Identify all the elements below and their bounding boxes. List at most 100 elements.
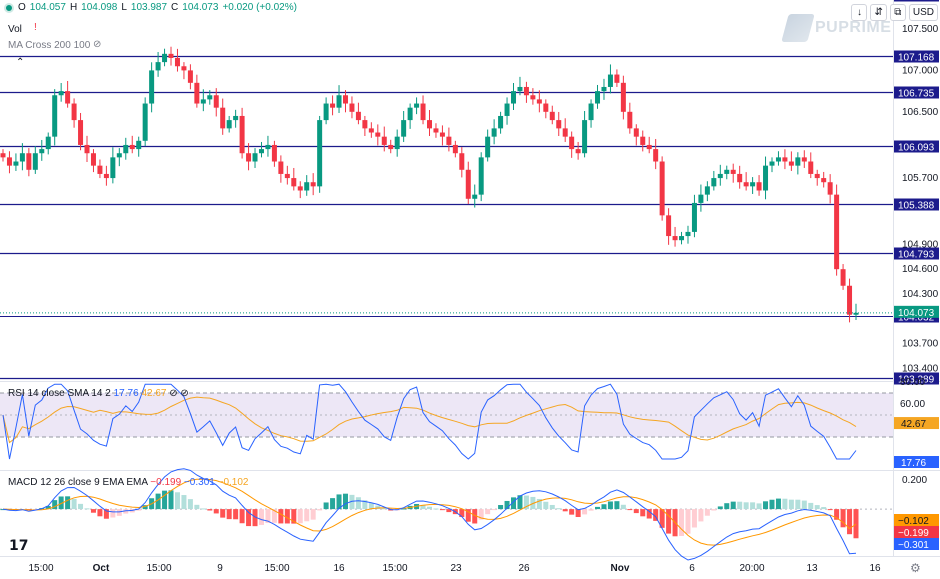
candle-body — [730, 169, 736, 174]
ma-cross-label[interactable]: MA Cross 200 100 — [8, 40, 90, 51]
candle-body — [252, 153, 258, 162]
macd-histogram-bar — [110, 509, 116, 518]
macd-histogram-bar — [691, 509, 697, 528]
candle-body — [317, 120, 323, 187]
macd-histogram-bar — [698, 509, 704, 522]
macd-histogram-bar — [679, 509, 685, 536]
high-label: H — [69, 2, 78, 13]
candle-body — [129, 144, 135, 150]
macd-histogram-bar — [491, 509, 497, 511]
candle-body — [724, 169, 730, 174]
layout-button[interactable]: ⧉ — [889, 4, 906, 21]
candle-body — [452, 144, 458, 154]
macd-histogram-bar — [549, 504, 555, 510]
macd-histogram-bar — [162, 490, 168, 510]
candle-body — [168, 53, 174, 58]
macd-histogram-bar — [168, 490, 174, 510]
puprime-logo-text: PUPRIME — [815, 19, 892, 36]
candle-body — [847, 285, 853, 315]
candle-body — [45, 136, 51, 150]
macd-histogram-bar — [355, 497, 361, 510]
candle-body — [549, 111, 555, 121]
candle-body — [291, 178, 297, 187]
eye-hidden-icon[interactable]: ⊘ — [93, 39, 101, 50]
macd-histogram-bar — [427, 506, 432, 510]
time-tick-label: 15:00 — [146, 563, 171, 574]
macd-histogram-bar — [795, 499, 801, 510]
macd-histogram-bar — [853, 509, 859, 539]
candle-body — [743, 182, 749, 187]
candle-body — [788, 161, 794, 166]
macd-label[interactable]: MACD 12 26 close 9 EMA EMA −0.199 −0.301… — [8, 477, 248, 488]
rsi-sma-tag-label: 42.67 — [901, 419, 926, 430]
candle-body — [271, 144, 277, 162]
settings-gear-icon[interactable]: ⚙ — [910, 561, 921, 575]
macd-histogram-bar — [582, 509, 588, 515]
candle-body — [427, 120, 432, 129]
candle-body — [834, 194, 840, 270]
macd-histogram-bar — [317, 509, 323, 511]
macd-histogram-bar — [433, 508, 439, 510]
currency-button[interactable]: USD — [908, 4, 938, 21]
candle-body — [58, 91, 64, 96]
macd-histogram-bar — [782, 498, 788, 510]
vol-indicator-label[interactable]: Vol — [8, 24, 22, 35]
macd-histogram-bar — [220, 509, 226, 518]
close-value: 104.073 — [182, 2, 219, 13]
candle-body — [711, 178, 717, 187]
time-tick-label: 13 — [806, 563, 818, 574]
candle-body — [801, 157, 807, 162]
candle-body — [142, 103, 148, 141]
candle-body — [52, 95, 58, 137]
candle-body — [149, 70, 155, 104]
macd-histogram-bar — [704, 509, 710, 516]
macd-histogram-bar — [498, 505, 504, 510]
candle-body — [323, 103, 329, 121]
candle-body — [381, 136, 387, 145]
macd-histogram-bar — [724, 503, 730, 510]
candle-body — [420, 103, 426, 121]
candle-body — [485, 136, 491, 158]
macd-histogram-bar — [640, 509, 646, 517]
candle-body — [511, 91, 517, 104]
candle-body — [536, 99, 542, 104]
macd-histogram-bar — [620, 504, 626, 510]
candle-body — [336, 95, 342, 108]
candle-body — [504, 103, 510, 116]
candle-body — [814, 173, 820, 179]
macd-histogram-bar — [827, 509, 833, 511]
price-tick-label: 104.600 — [902, 264, 939, 275]
macd-histogram-bar — [685, 509, 691, 534]
candle-body — [155, 62, 161, 71]
rsi-label[interactable]: RSI 14 close SMA 14 2 17.76 42.67 ⊘ ⊘ — [8, 388, 189, 399]
macd-histogram-bar — [562, 509, 568, 512]
candle-body — [123, 144, 129, 154]
candle-body — [116, 153, 122, 158]
candle-body — [388, 144, 394, 150]
candle-body — [355, 111, 361, 121]
rsi-legend-value: 17.76 — [113, 388, 139, 399]
candle-body — [679, 236, 685, 241]
price-tick-label: 107.000 — [902, 65, 939, 76]
collapse-legend-icon[interactable]: ⌃ — [16, 57, 24, 68]
candle-body — [162, 53, 168, 63]
macd-histogram-bar — [194, 504, 200, 510]
candle-body — [821, 178, 827, 183]
trading-chart[interactable]: 107.500107.000106.500105.700104.900104.6… — [0, 0, 940, 579]
candle-body — [220, 107, 226, 129]
candle-body — [530, 95, 536, 100]
macd-signal-tag-label: −0.102 — [898, 516, 929, 527]
candle-body — [342, 95, 348, 104]
current-price-label: 104.073 — [898, 308, 935, 319]
macd-histogram-bar — [756, 503, 762, 510]
macd-histogram-bar — [323, 502, 329, 510]
macd-histogram-bar — [71, 498, 77, 510]
candle-body — [756, 182, 762, 191]
tradingview-logo[interactable]: 17 — [9, 538, 28, 554]
candle-body — [775, 157, 781, 162]
candle-body — [646, 144, 652, 150]
candle-body — [297, 186, 303, 191]
macd-histogram-bar — [78, 503, 84, 510]
candle-body — [71, 103, 77, 121]
level-price-label: 104.793 — [898, 250, 935, 261]
